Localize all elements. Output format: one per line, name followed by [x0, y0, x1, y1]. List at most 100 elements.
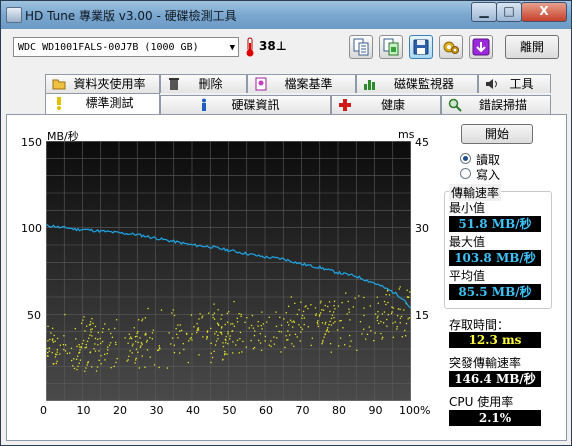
title-bar[interactable]: HD Tune 專業版 v3.00 - 硬碟檢測工具 ▁ □ X — [1, 1, 571, 29]
access-time-point — [136, 335, 138, 337]
access-time-point — [257, 321, 259, 323]
access-time-point — [239, 331, 242, 334]
access-time-point — [365, 338, 367, 340]
access-time-point — [191, 339, 193, 341]
access-time-point — [144, 366, 146, 368]
access-time-point — [399, 308, 401, 310]
access-time-point — [279, 316, 281, 318]
access-time-point — [294, 333, 297, 335]
access-time-point — [199, 313, 201, 315]
tab-folder-usage[interactable]: 資料夾使用率 — [45, 74, 160, 93]
access-time-point — [321, 343, 323, 345]
access-time-point — [80, 347, 83, 349]
access-time-point — [225, 342, 227, 344]
access-time-point — [275, 325, 278, 327]
tab-erase[interactable]: 刪除 — [160, 74, 247, 93]
access-time-point — [81, 322, 83, 324]
access-time-point — [138, 367, 140, 369]
access-time-point — [76, 345, 78, 348]
access-time-point — [331, 314, 334, 316]
access-time-point — [94, 350, 97, 352]
right-axis-unit: ms — [398, 128, 415, 141]
minimize-button[interactable]: ▁ — [471, 2, 497, 22]
copy-screenshot-button[interactable] — [379, 35, 403, 59]
access-time-point — [73, 358, 75, 360]
access-time-point — [85, 343, 87, 346]
access-time-point — [278, 330, 280, 333]
access-time-point — [115, 341, 117, 343]
access-time-point — [385, 294, 387, 296]
y-tick-label: 100 — [21, 222, 42, 235]
access-time-point — [225, 335, 227, 338]
access-time-point — [259, 342, 262, 344]
access-time-point — [56, 353, 58, 356]
access-time-point — [242, 340, 244, 343]
access-time-point — [333, 300, 336, 302]
access-time-point — [47, 340, 49, 342]
access-time-point — [250, 339, 252, 342]
access-time-point — [231, 330, 233, 332]
access-time-point — [380, 320, 382, 323]
access-time-point — [173, 352, 176, 354]
access-time-point — [70, 347, 73, 349]
copy-text-button[interactable] — [349, 35, 373, 59]
access-time-point — [96, 366, 99, 368]
access-time-point — [289, 334, 291, 336]
access-time-point — [285, 312, 287, 314]
exit-button[interactable]: 離開 — [505, 35, 559, 59]
tab-health[interactable]: 健康 — [331, 95, 441, 114]
access-time-point — [115, 319, 118, 321]
access-time-point — [78, 344, 80, 346]
access-time-point — [86, 340, 89, 342]
write-radio[interactable] — [460, 168, 471, 179]
access-time-point — [233, 325, 235, 327]
access-time-point — [89, 351, 92, 353]
chart-grid — [46, 141, 411, 401]
access-time-point — [217, 309, 219, 311]
tab-disk-info[interactable]: 硬碟資訊 — [160, 95, 331, 114]
tab-tools[interactable]: 工具 — [478, 74, 551, 93]
tab-disk-monitor[interactable]: 磁碟監視器 — [356, 74, 478, 93]
access-time-point — [349, 345, 351, 347]
access-time-point — [215, 340, 218, 342]
access-time-point — [146, 349, 149, 351]
access-time-point — [171, 312, 173, 314]
tab-benchmark[interactable]: 標準測試 — [45, 93, 160, 115]
access-time-point — [291, 321, 293, 323]
chevron-down-icon[interactable]: ▼ — [230, 38, 235, 58]
y-right-tick-label: 30 — [415, 222, 429, 235]
access-time-point — [179, 324, 181, 326]
access-time-point — [94, 343, 96, 345]
access-time-point — [238, 313, 240, 315]
y-tick-label: 150 — [21, 136, 42, 149]
save-button[interactable] — [409, 35, 433, 59]
start-button[interactable]: 開始 — [461, 124, 533, 144]
access-time-point — [381, 338, 383, 340]
access-time-point — [173, 344, 175, 346]
access-time-point — [408, 317, 411, 319]
access-time-point — [149, 337, 151, 339]
drive-select[interactable]: WDC WD1001FALS-00J7B (1000 GB) ▼ — [13, 37, 239, 57]
access-time-point — [346, 313, 348, 315]
access-time-point — [273, 336, 275, 338]
close-button[interactable]: X — [521, 2, 567, 22]
download-button[interactable] — [469, 35, 493, 59]
access-time-point — [392, 336, 394, 338]
access-time-point — [129, 337, 131, 340]
options-button[interactable] — [439, 35, 463, 59]
access-time-point — [342, 327, 344, 329]
access-time-point — [86, 364, 88, 366]
access-time-point — [266, 321, 268, 323]
tab-file-benchmark[interactable]: 檔案基準 — [247, 74, 356, 93]
access-time-point — [333, 305, 335, 307]
access-time-point — [296, 313, 298, 316]
access-time-point — [273, 343, 276, 345]
access-time-point — [171, 337, 174, 339]
maximize-button[interactable]: □ — [496, 2, 522, 22]
access-time-point — [213, 350, 215, 352]
tab-error-scan[interactable]: 錯誤掃描 — [441, 95, 551, 114]
download-icon — [472, 38, 490, 56]
access-time-point — [392, 307, 394, 309]
access-time-point — [63, 349, 65, 351]
read-radio[interactable] — [460, 153, 471, 164]
